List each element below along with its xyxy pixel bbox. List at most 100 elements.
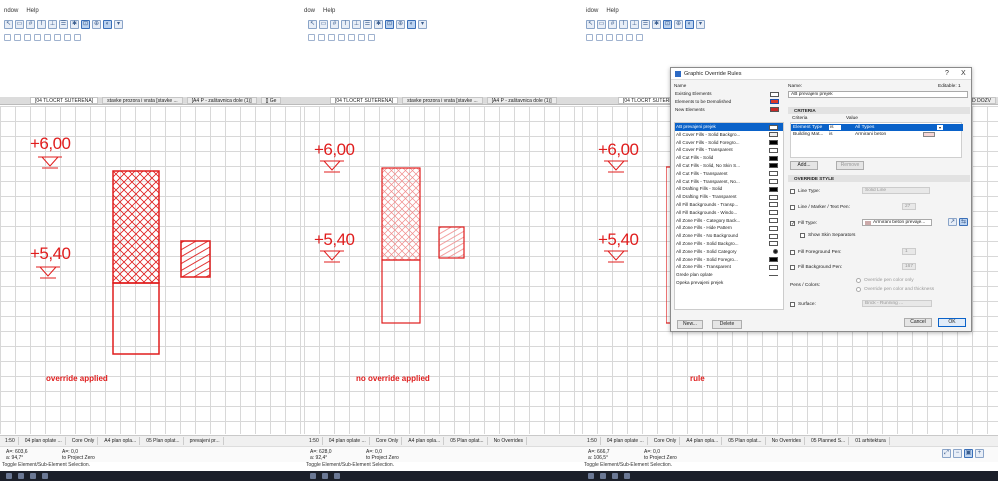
close-button[interactable]: X: [961, 70, 966, 77]
criteria-row[interactable]: Building Mat... is Armirani beton: [791, 131, 963, 138]
layer-set-dropdown[interactable]: 01 arhitektura: [852, 437, 890, 445]
tool-f-icon[interactable]: [54, 33, 61, 41]
tab-floor-plan[interactable]: [04 TLOCRT SUTERENA]: [330, 97, 399, 104]
model-view-dropdown[interactable]: 05 Plan oplat...: [725, 437, 766, 445]
scale-dropdown[interactable]: 1:50: [584, 437, 601, 445]
rule-item[interactable]: All Cut Fills - Solid, No Skin S...: [675, 162, 783, 170]
layer-icon[interactable]: ☰: [641, 19, 650, 29]
menu-help[interactable]: Help: [323, 8, 335, 16]
rule-item[interactable]: All Zone Fills - Solid Foregro...: [675, 256, 783, 264]
taskbar-app-icon[interactable]: [322, 473, 328, 479]
grid-snap-icon[interactable]: #: [608, 19, 617, 29]
tool-b-icon[interactable]: [318, 33, 325, 41]
tab-layout[interactable]: [A4 P - zaštavnica dole (1)]: [486, 97, 557, 104]
line-pen-checkbox[interactable]: [790, 205, 795, 210]
ok-button[interactable]: OK: [938, 318, 966, 327]
marquee-tool-icon[interactable]: ▭: [597, 19, 606, 29]
model-view-dropdown[interactable]: 05 Plan oplat...: [447, 437, 488, 445]
override-style-section-header[interactable]: OVERRIDE STYLE: [788, 175, 970, 182]
rule-existing[interactable]: Existing Elements: [674, 90, 784, 98]
bg-pen-input[interactable]: 167: [902, 263, 916, 270]
fill-link-icon[interactable]: ⇆: [959, 218, 968, 226]
rule-item[interactable]: All Cut Fills - Solid: [675, 154, 783, 162]
override-combo-dropdown[interactable]: prevajeni pr...: [187, 437, 224, 445]
tool-e-icon[interactable]: [626, 33, 633, 41]
rule-item[interactable]: Grede plan oplate: [675, 271, 783, 279]
delete-button[interactable]: Delete: [712, 320, 742, 329]
tool-c-icon[interactable]: [606, 33, 613, 41]
operator-dropdown[interactable]: is: [829, 125, 841, 130]
pen-set-dropdown[interactable]: A4 plan opla...: [405, 437, 445, 445]
tool-a-icon[interactable]: [586, 33, 593, 41]
rule-item[interactable]: All Zone Fills - Hide Pattern: [675, 224, 783, 232]
surface-checkbox[interactable]: [790, 302, 795, 307]
tab-schedule[interactable]: stavke prozora i vrata [stavke ...: [402, 97, 483, 104]
pen-only-radio[interactable]: [856, 278, 861, 283]
ruler-icon[interactable]: ⌇: [619, 19, 628, 29]
tool-c-icon[interactable]: [24, 33, 31, 41]
fg-pen-checkbox[interactable]: [790, 250, 795, 255]
rule-item[interactable]: All Zone Fills - Category Back...: [675, 217, 783, 225]
rule-demolished[interactable]: Elements to be Demolished: [674, 98, 784, 106]
tab-schedule[interactable]: stavke prozora i vrata [stavke ...: [102, 97, 183, 104]
marquee-tool-icon[interactable]: ▭: [319, 19, 328, 29]
tool-e-icon[interactable]: [44, 33, 51, 41]
wall-section-crosshatch[interactable]: [112, 170, 160, 356]
taskbar-app-icon[interactable]: [18, 473, 24, 479]
rule-item[interactable]: All Cover Fills - Transparent: [675, 146, 783, 154]
rule-new[interactable]: New Elements: [674, 106, 784, 114]
layer-combo-dropdown[interactable]: 04 plan oplate ...: [604, 437, 648, 445]
rule-item[interactable]: Opeka prevajeni prejek: [675, 279, 783, 287]
taskbar-app-icon[interactable]: [624, 473, 630, 479]
start-icon[interactable]: [6, 473, 12, 479]
zoom-in-icon[interactable]: +: [975, 449, 984, 458]
view-icon[interactable]: ▾: [696, 19, 705, 29]
structure-display-dropdown[interactable]: Core Only: [373, 437, 403, 445]
layer-combo-dropdown[interactable]: 04 plan oplate ...: [326, 437, 370, 445]
rule-item[interactable]: All Fill Backgrounds - Windo...: [675, 209, 783, 217]
structure-display-dropdown[interactable]: Core Only: [69, 437, 99, 445]
taskbar-app-icon[interactable]: [612, 473, 618, 479]
menu-window[interactable]: dow: [304, 8, 315, 16]
wall-section-crosshatch[interactable]: [381, 167, 421, 325]
menu-help[interactable]: Help: [606, 8, 618, 16]
pen-set-dropdown[interactable]: A4 plan opla...: [683, 437, 723, 445]
select-mode-icon[interactable]: ⊡: [81, 19, 90, 29]
fill-type-dropdown[interactable]: Armirani beton prevaje...: [862, 219, 932, 226]
guide-icon[interactable]: ⊥: [352, 19, 361, 29]
skin-separators-checkbox[interactable]: [800, 233, 805, 238]
tool-f-icon[interactable]: [636, 33, 643, 41]
override-toggle-icon[interactable]: ◐: [103, 19, 112, 29]
taskbar-app-icon[interactable]: [600, 473, 606, 479]
tool-d-icon[interactable]: [338, 33, 345, 41]
rule-item[interactable]: All Fill Backgrounds - Transp...: [675, 201, 783, 209]
grid-snap-icon[interactable]: #: [26, 19, 35, 29]
zoom-out-icon[interactable]: −: [953, 449, 962, 458]
fill-type-checkbox[interactable]: ✓: [790, 221, 795, 227]
guide-icon[interactable]: ⊥: [48, 19, 57, 29]
taskbar-app-icon[interactable]: [30, 473, 36, 479]
brick-section[interactable]: [180, 240, 212, 280]
grid-snap-icon[interactable]: #: [330, 19, 339, 29]
tool-d-icon[interactable]: [616, 33, 623, 41]
magic-wand-icon[interactable]: ✱: [652, 19, 661, 29]
navigator-icon[interactable]: ▣: [964, 449, 973, 458]
renovation-dropdown[interactable]: 05 Planned S...: [808, 437, 850, 445]
zoom-icon[interactable]: ⊕: [674, 19, 683, 29]
select-mode-icon[interactable]: ⊡: [663, 19, 672, 29]
tool-g-icon[interactable]: [64, 33, 71, 41]
structure-display-dropdown[interactable]: Core Only: [651, 437, 681, 445]
view-icon[interactable]: ▾: [114, 19, 123, 29]
rule-name-input[interactable]: AB prevajeni prejek: [788, 91, 968, 98]
marquee-tool-icon[interactable]: ▭: [15, 19, 24, 29]
override-combo-dropdown[interactable]: No Overrides: [491, 437, 528, 445]
add-criteria-button[interactable]: Add...: [790, 161, 818, 170]
taskbar-app-icon[interactable]: [310, 473, 316, 479]
ruler-icon[interactable]: ⌇: [37, 19, 46, 29]
guide-icon[interactable]: ⊥: [630, 19, 639, 29]
line-pen-input[interactable]: 27: [902, 203, 916, 210]
arrow-tool-icon[interactable]: ↖: [308, 19, 317, 29]
zoom-icon[interactable]: ⊕: [396, 19, 405, 29]
brick-section[interactable]: [438, 226, 466, 260]
zoom-icon[interactable]: ⊕: [92, 19, 101, 29]
